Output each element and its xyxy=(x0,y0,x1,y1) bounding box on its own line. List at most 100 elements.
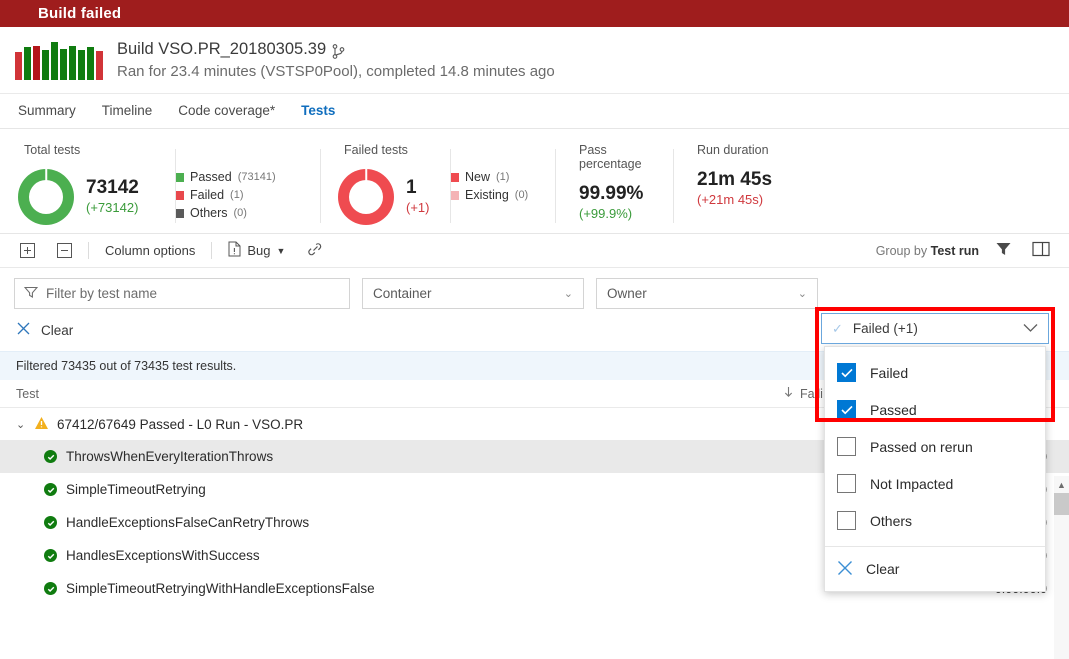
build-history-sparkline xyxy=(15,40,103,80)
checkbox-unchecked-icon[interactable] xyxy=(837,437,856,456)
run-duration-value: 21m 45s xyxy=(697,169,773,190)
outcome-option-passed[interactable]: Passed xyxy=(825,391,1045,428)
outcome-filter-menu: Failed Passed Passed on rerun Not Impact… xyxy=(824,346,1046,592)
legend-others-label: Others xyxy=(190,206,228,220)
results-vertical-scrollbar[interactable]: ▲ xyxy=(1054,476,1069,659)
column-header-test[interactable]: Test xyxy=(16,387,783,401)
column-options-button[interactable]: Column options xyxy=(99,240,201,261)
test-summary-strip: Total tests 73142 (+73142) Passed (73141… xyxy=(0,129,1069,234)
outcome-clear-label: Clear xyxy=(866,561,900,577)
column-options-label: Column options xyxy=(105,243,196,258)
outcome-option-label: Others xyxy=(870,512,913,529)
legend-new-label: New xyxy=(465,170,491,184)
test-name: SimpleTimeoutRetrying xyxy=(66,482,206,497)
toolbar-divider-1 xyxy=(88,242,89,259)
tab-summary[interactable]: Summary xyxy=(18,103,76,120)
check-icon: ✓ xyxy=(832,320,843,336)
group-by-value: Test run xyxy=(930,243,979,258)
checkbox-checked-icon[interactable] xyxy=(837,400,856,419)
bug-file-icon xyxy=(228,241,241,260)
collapse-all-button[interactable] xyxy=(51,240,78,261)
filter-toggle-button[interactable] xyxy=(989,238,1017,264)
results-toolbar: Column options Bug ▼ Group by Test run xyxy=(0,234,1069,268)
test-name: SimpleTimeoutRetryingWithHandleException… xyxy=(66,581,375,596)
build-failed-banner: Build failed xyxy=(0,0,1069,27)
tab-code-coverage[interactable]: Code coverage* xyxy=(178,103,275,120)
legend-others-count: (0) xyxy=(233,207,247,219)
group-by-prefix: Group by xyxy=(875,243,928,258)
owner-filter[interactable]: Owner ⌄ xyxy=(596,278,818,309)
total-tests-donut xyxy=(18,169,74,225)
container-filter[interactable]: Container ⌄ xyxy=(362,278,584,309)
build-subtitle: Ran for 23.4 minutes (VSTSP0Pool), compl… xyxy=(117,63,555,80)
total-tests-delta: (+73142) xyxy=(86,200,139,215)
legend-existing-label: Existing xyxy=(465,188,509,202)
stat-pass-percentage: Pass percentage 99.99% (+99.9%) xyxy=(555,137,673,233)
outcome-option-label: Failed xyxy=(870,364,909,381)
close-icon xyxy=(16,321,31,339)
filtered-results-text: Filtered 73435 out of 73435 test results… xyxy=(16,359,237,373)
run-duration-delta: (+21m 45s) xyxy=(697,192,764,207)
passed-icon xyxy=(44,516,57,529)
total-tests-label: Total tests xyxy=(24,143,81,157)
run-duration-label: Run duration xyxy=(697,143,769,157)
build-title[interactable]: Build VSO.PR_20180305.39 xyxy=(117,38,555,60)
checkbox-unchecked-icon[interactable] xyxy=(837,511,856,530)
failed-tests-value: 1 xyxy=(406,177,417,198)
total-tests-legend: Passed (73141) Failed (1) Others (0) xyxy=(175,137,320,233)
build-meta: Build VSO.PR_20180305.39 Ran for 23.4 mi… xyxy=(117,38,555,82)
expand-all-button[interactable] xyxy=(14,240,41,261)
close-icon xyxy=(836,559,854,580)
banner-text: Build failed xyxy=(38,5,122,22)
build-tabs: Summary Timeline Code coverage* Tests xyxy=(0,94,1069,129)
outcome-filter-toggle[interactable]: ✓ Failed (+1) xyxy=(821,313,1049,344)
chevron-down-icon[interactable]: ⌄ xyxy=(16,418,26,431)
scroll-up-icon[interactable]: ▲ xyxy=(1054,476,1069,493)
filter-funnel-icon xyxy=(23,286,39,302)
outcome-clear-button[interactable]: Clear xyxy=(825,547,1045,591)
outcome-option-failed[interactable]: Failed xyxy=(825,354,1045,391)
collapse-all-icon xyxy=(57,243,72,258)
pass-percentage-value: 99.99% xyxy=(579,183,644,204)
clear-filters-label: Clear xyxy=(41,322,74,338)
toolbar-divider-2 xyxy=(211,242,213,259)
outcome-option-not-impacted[interactable]: Not Impacted xyxy=(825,465,1045,502)
legend-existing-count: (0) xyxy=(514,189,529,201)
branch-icon xyxy=(332,43,345,59)
legend-new-count: (1) xyxy=(496,171,510,183)
outcome-filter-selected-label: Failed (+1) xyxy=(852,321,918,336)
link-icon xyxy=(307,241,324,260)
toolbar-right-group: Group by Test run xyxy=(876,238,1055,264)
bug-button[interactable]: Bug ▼ xyxy=(222,238,291,263)
test-name-filter[interactable]: Filter by test name xyxy=(14,278,350,309)
failed-tests-legend: New (1) Existing (0) xyxy=(450,137,555,233)
side-panel-toggle-button[interactable] xyxy=(1027,238,1055,264)
chevron-down-icon: ▼ xyxy=(276,245,286,256)
build-header: Build VSO.PR_20180305.39 Ran for 23.4 mi… xyxy=(0,27,1069,94)
stat-failed-tests: Failed tests 1 (+1) xyxy=(320,137,450,233)
build-title-text: Build VSO.PR_20180305.39 xyxy=(117,40,327,58)
total-tests-value: 73142 xyxy=(86,177,139,198)
tab-timeline[interactable]: Timeline xyxy=(102,103,153,120)
outcome-option-passed-on-rerun[interactable]: Passed on rerun xyxy=(825,428,1045,465)
clear-filters-button[interactable]: Clear xyxy=(16,321,73,339)
container-filter-label: Container xyxy=(373,286,432,301)
pass-percentage-delta: (+99.9%) xyxy=(579,206,633,221)
sort-descending-icon xyxy=(783,386,794,401)
pass-percentage-label: Pass percentage xyxy=(579,143,642,171)
tab-tests[interactable]: Tests xyxy=(301,103,335,120)
outcome-option-others[interactable]: Others xyxy=(825,502,1045,539)
checkbox-unchecked-icon[interactable] xyxy=(837,474,856,493)
stat-run-duration: Run duration 21m 45s (+21m 45s) xyxy=(673,137,813,233)
passed-icon xyxy=(44,549,57,562)
passed-icon xyxy=(44,483,57,496)
link-button[interactable] xyxy=(301,238,330,263)
failed-tests-label: Failed tests xyxy=(344,143,408,157)
group-by-control[interactable]: Group by Test run xyxy=(876,244,979,258)
scrollbar-thumb[interactable] xyxy=(1054,493,1069,515)
stat-total-tests: Total tests 73142 (+73142) xyxy=(0,137,175,233)
passed-icon xyxy=(44,582,57,595)
test-run-group-label: 67412/67649 Passed - L0 Run - VSO.PR xyxy=(57,416,304,432)
chevron-down-icon xyxy=(1023,321,1038,336)
checkbox-checked-icon[interactable] xyxy=(837,363,856,382)
